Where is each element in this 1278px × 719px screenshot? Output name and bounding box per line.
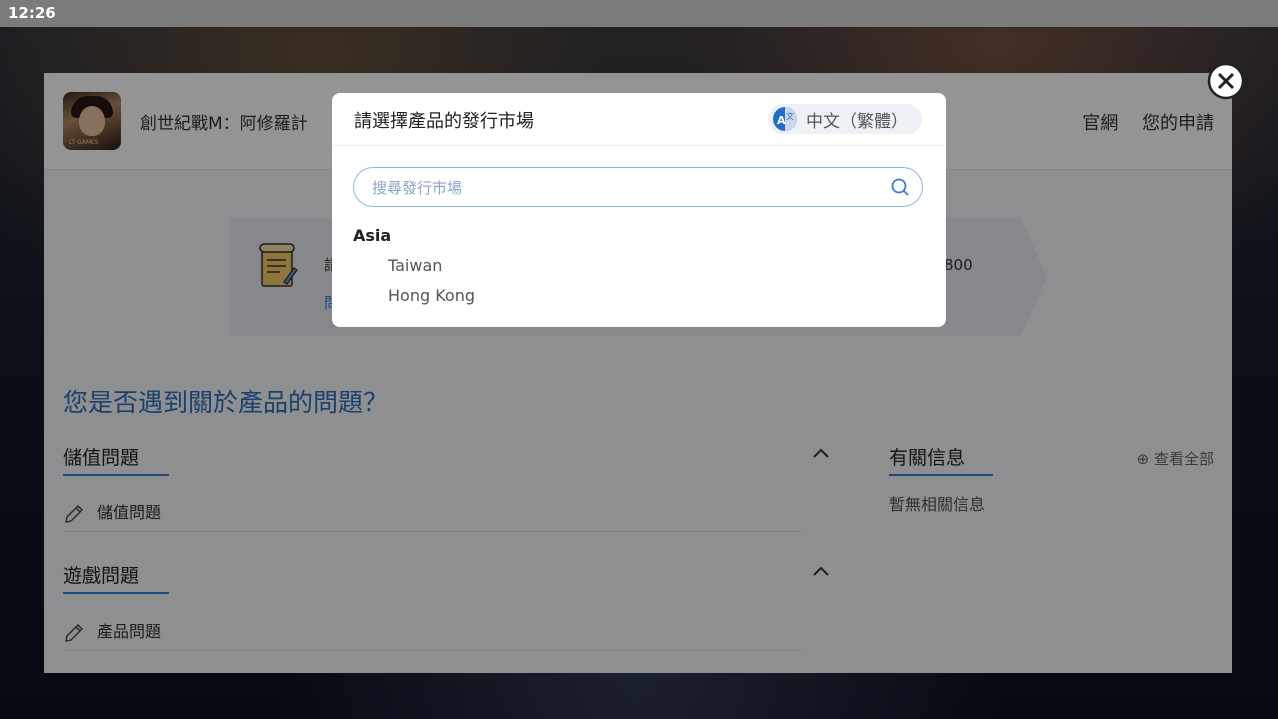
svg-text:文: 文 <box>786 111 794 121</box>
svg-text:A: A <box>777 114 786 127</box>
status-bar: 12:26 <box>0 0 1278 27</box>
market-search-input[interactable] <box>370 168 874 208</box>
search-icon[interactable] <box>890 177 910 197</box>
modal-header: 請選擇產品的發行市場 A 文 中文（繁體） <box>332 93 946 146</box>
status-time: 12:26 <box>8 4 56 22</box>
region-heading: Asia <box>353 226 392 245</box>
translate-icon: A 文 <box>773 107 797 131</box>
modal-title: 請選擇產品的發行市場 <box>354 111 534 132</box>
language-selector[interactable]: A 文 中文（繁體） <box>768 104 922 134</box>
market-option-hong-kong[interactable]: Hong Kong <box>388 286 475 305</box>
market-select-modal: 請選擇產品的發行市場 A 文 中文（繁體） Asia Taiwan Hong K… <box>332 93 946 327</box>
language-label: 中文（繁體） <box>806 111 908 132</box>
market-option-taiwan[interactable]: Taiwan <box>388 256 442 275</box>
close-icon[interactable] <box>1207 62 1245 100</box>
search-box <box>353 167 923 208</box>
